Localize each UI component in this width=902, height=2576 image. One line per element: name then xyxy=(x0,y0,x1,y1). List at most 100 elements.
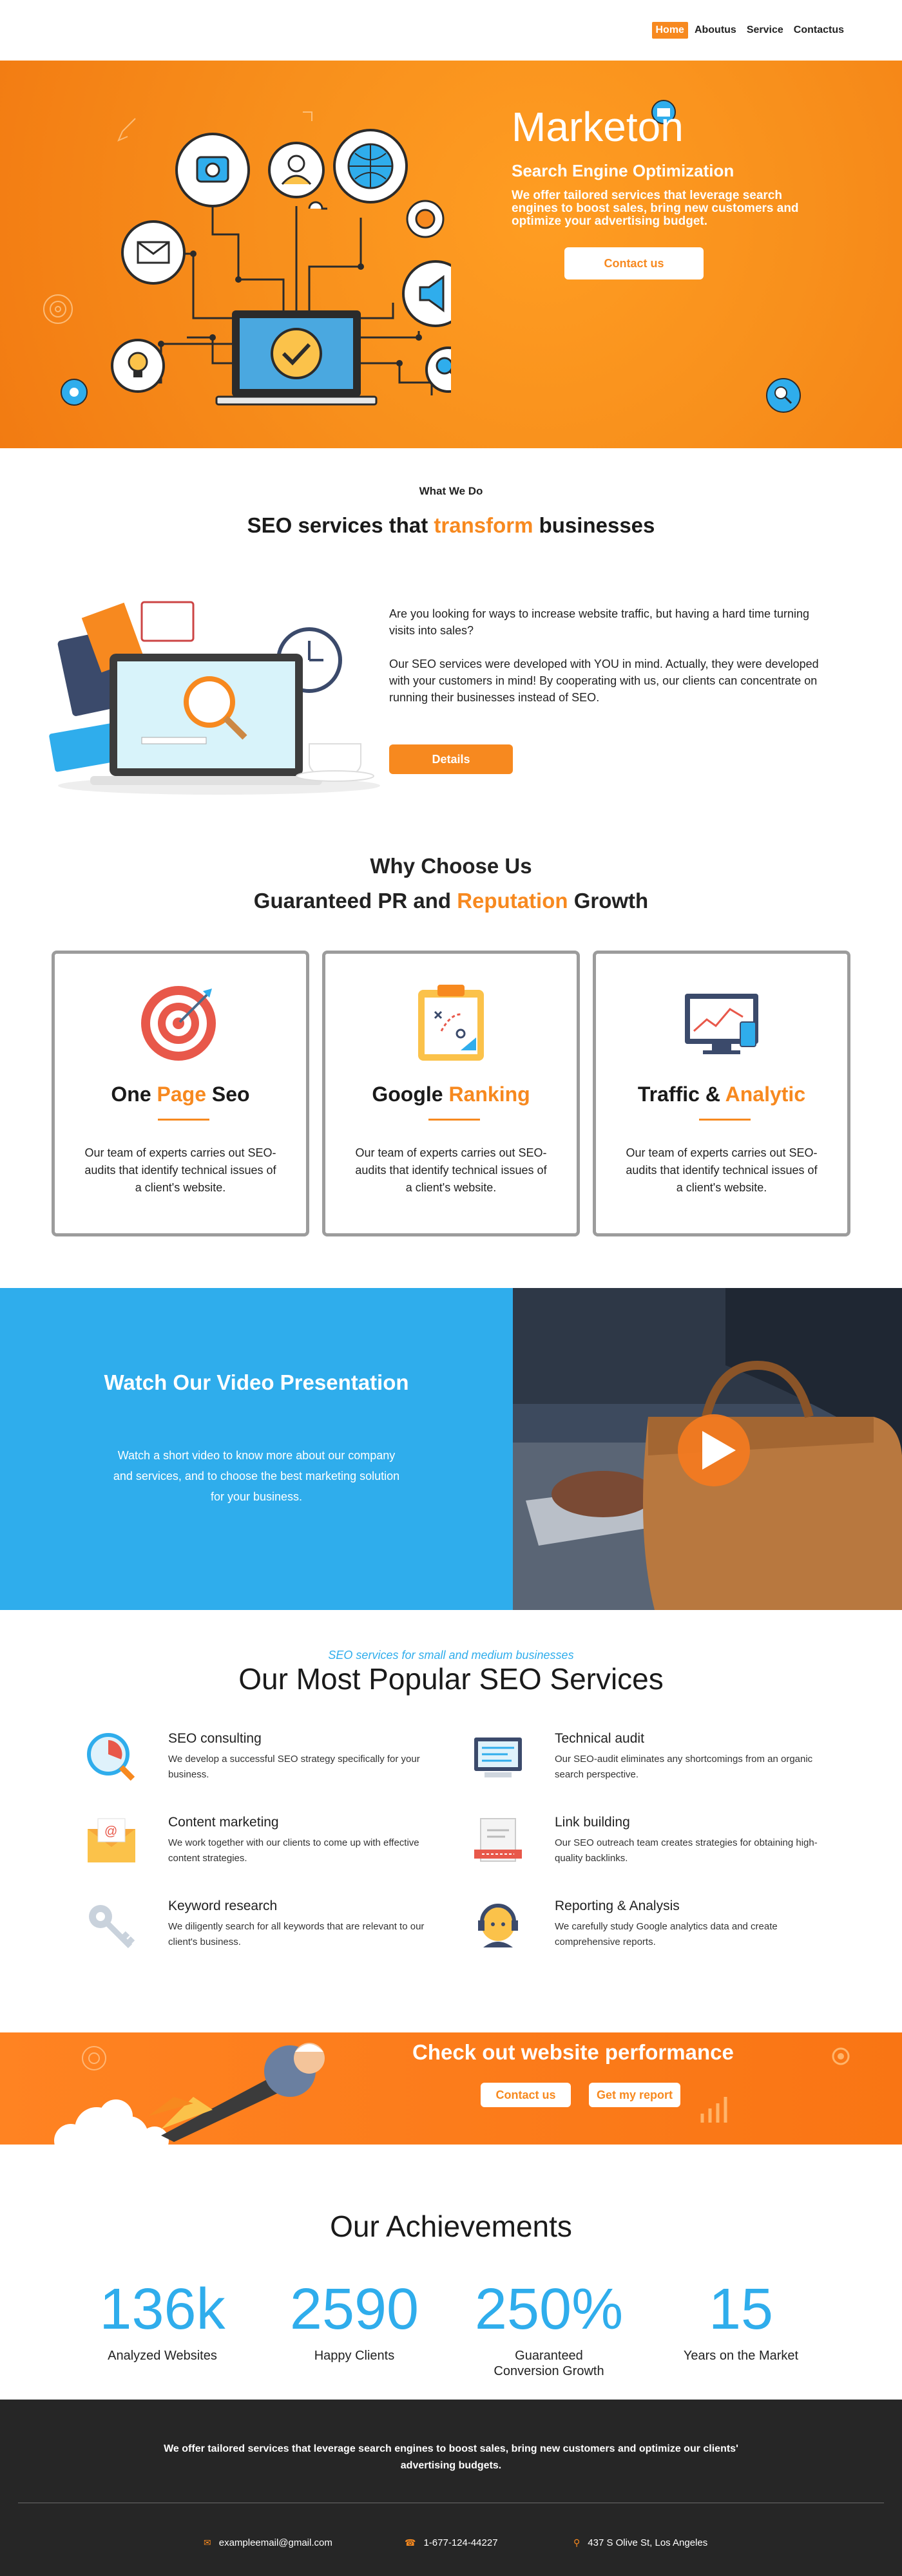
footer xyxy=(0,2400,902,2576)
stat-label: Guaranteed Conversion Growth xyxy=(494,2349,604,2378)
laptop-search-illustration xyxy=(49,601,380,795)
clipboard-strategy-icon xyxy=(325,980,577,1063)
nav-service[interactable]: Service xyxy=(743,22,787,39)
video-description: Watch a short video to know more about o… xyxy=(113,1449,400,1503)
hero-contact-button[interactable]: Contact us xyxy=(564,247,704,279)
card-title-accent: Ranking xyxy=(448,1083,530,1106)
service-item: Reporting & Analysis We carefully study … xyxy=(469,1896,830,1967)
card-title-part: One xyxy=(111,1083,157,1106)
rocket-businessman-illustration xyxy=(54,2043,325,2145)
map-pin-icon: ⚲ xyxy=(573,2537,581,2548)
service-title: SEO consulting xyxy=(168,1731,262,1746)
what-we-do-kicker: What We Do xyxy=(419,485,483,497)
intro-paragraph: Our SEO services were developed with YOU… xyxy=(389,658,819,704)
svg-text:@: @ xyxy=(104,1824,117,1839)
service-title: Technical audit xyxy=(555,1731,644,1746)
service-title: Reporting & Analysis xyxy=(555,1899,680,1913)
monitor-icon xyxy=(469,1728,527,1786)
search-badge-icon xyxy=(766,378,801,413)
stat-value: 136k xyxy=(99,2277,225,2342)
service-description: Our SEO outreach team creates strategies… xyxy=(555,1837,818,1864)
card-text: Our team of experts carries out SEO-audi… xyxy=(84,1146,276,1194)
feature-card: Traffic & Analytic Our team of experts c… xyxy=(593,951,850,1236)
hero-title: Marketon xyxy=(512,104,684,150)
phone-icon: ☎ xyxy=(405,2537,416,2548)
details-button[interactable]: Details xyxy=(389,744,513,774)
nav-menu: Home Aboutus Service Contactus xyxy=(651,22,849,39)
stat-value: 15 xyxy=(708,2277,774,2342)
stat-block: 250% Guaranteed Conversion Growth xyxy=(452,2277,646,2379)
card-divider xyxy=(428,1119,480,1121)
card-title-part: Google xyxy=(372,1083,449,1106)
intro-paragraph: Are you looking for ways to increase web… xyxy=(389,607,810,637)
service-title: Content marketing xyxy=(168,1815,279,1830)
growth-chart-icon xyxy=(700,2097,727,2123)
settings-badge-icon xyxy=(61,379,88,406)
nav-home[interactable]: Home xyxy=(651,22,688,39)
footer-tagline: We offer tailored services that leverage… xyxy=(164,2443,738,2471)
heading-part: businesses xyxy=(533,513,655,537)
service-item: Technical audit Our SEO-audit eliminates… xyxy=(469,1728,830,1799)
footer-address: ⚲ 437 S Olive St, Los Angeles xyxy=(573,2537,707,2548)
heading-part: Growth xyxy=(568,889,649,913)
service-title: Keyword research xyxy=(168,1899,278,1913)
video-thumbnail[interactable] xyxy=(513,1288,902,1610)
nav-aboutus[interactable]: Aboutus xyxy=(691,22,740,39)
stat-block: 136k Analyzed Websites xyxy=(66,2277,259,2363)
key-icon xyxy=(82,1896,140,1954)
heading-accent: transform xyxy=(434,513,533,537)
stat-label: Years on the Market xyxy=(683,2349,799,2363)
services-kicker: SEO services for small and medium busine… xyxy=(328,1649,574,1662)
stat-value: 250% xyxy=(474,2277,624,2342)
nav-contactus[interactable]: Contactus xyxy=(790,22,848,39)
get-report-button[interactable]: Get my report xyxy=(589,2083,680,2107)
why-choose-heading: Guaranteed PR and Reputation Growth xyxy=(0,889,902,913)
service-description: Our SEO-audit eliminates any shortcoming… xyxy=(555,1754,813,1780)
card-divider xyxy=(699,1119,751,1121)
feature-card: One Page Seo Our team of experts carries… xyxy=(52,951,309,1236)
stat-label: Analyzed Websites xyxy=(108,2349,217,2363)
heading-part: SEO services that xyxy=(247,513,434,537)
service-title: Link building xyxy=(555,1815,630,1830)
envelope-icon: ✉ xyxy=(204,2537,211,2548)
card-title-accent: Analytic xyxy=(725,1083,806,1106)
address-text: 437 S Olive St, Los Angeles xyxy=(588,2537,708,2548)
card-title-part: Seo xyxy=(206,1083,250,1106)
email-envelope-icon: @ xyxy=(82,1812,140,1870)
hero-description: We offer tailored services that leverage… xyxy=(512,189,799,228)
card-title: Google Ranking xyxy=(325,1083,577,1106)
service-item: Link building Our SEO outreach team crea… xyxy=(469,1812,830,1883)
email-text: exampleemail@gmail.com xyxy=(218,2537,332,2548)
what-we-do-text: Are you looking for ways to increase web… xyxy=(389,605,827,723)
footer-email[interactable]: ✉ exampleemail@gmail.com xyxy=(204,2537,332,2548)
cta-contact-button[interactable]: Contact us xyxy=(481,2083,571,2107)
footer-phone[interactable]: ☎ 1-677-124-44227 xyxy=(405,2537,498,2548)
achievements-heading: Our Achievements xyxy=(330,2210,572,2243)
heading-part: Guaranteed PR and xyxy=(253,889,457,913)
what-we-do-heading: SEO services that transform businesses xyxy=(0,513,902,538)
top-navbar: Home Aboutus Service Contactus xyxy=(0,0,902,61)
card-title-part: Traffic & xyxy=(637,1083,725,1106)
hero-subtitle: Search Engine Optimization xyxy=(512,161,734,180)
analytics-monitor-icon xyxy=(596,980,847,1063)
stat-label: Happy Clients xyxy=(314,2349,395,2363)
heading-accent: Reputation xyxy=(457,889,568,913)
service-item: @ Content marketing We work together wit… xyxy=(82,1812,443,1883)
card-divider xyxy=(158,1119,209,1121)
service-description: We carefully study Google analytics data… xyxy=(555,1921,778,1947)
phone-text: 1-677-124-44227 xyxy=(423,2537,498,2548)
support-agent-icon xyxy=(469,1896,527,1954)
card-text: Our team of experts carries out SEO-audi… xyxy=(626,1146,818,1194)
service-item: SEO consulting We develop a successful S… xyxy=(82,1728,443,1799)
service-description: We work together with our clients to com… xyxy=(168,1837,419,1864)
hero-banner xyxy=(0,61,902,448)
card-title: Traffic & Analytic xyxy=(596,1083,847,1106)
service-item: Keyword research We diligently search fo… xyxy=(82,1896,443,1967)
cta-title: Check out website performance xyxy=(412,2040,734,2064)
gear-icon xyxy=(832,2047,850,2065)
stat-block: 2590 Happy Clients xyxy=(258,2277,451,2363)
services-heading: Our Most Popular SEO Services xyxy=(238,1662,664,1696)
document-link-icon xyxy=(469,1812,527,1870)
service-description: We diligently search for all keywords th… xyxy=(168,1921,425,1947)
card-title: One Page Seo xyxy=(55,1083,306,1106)
